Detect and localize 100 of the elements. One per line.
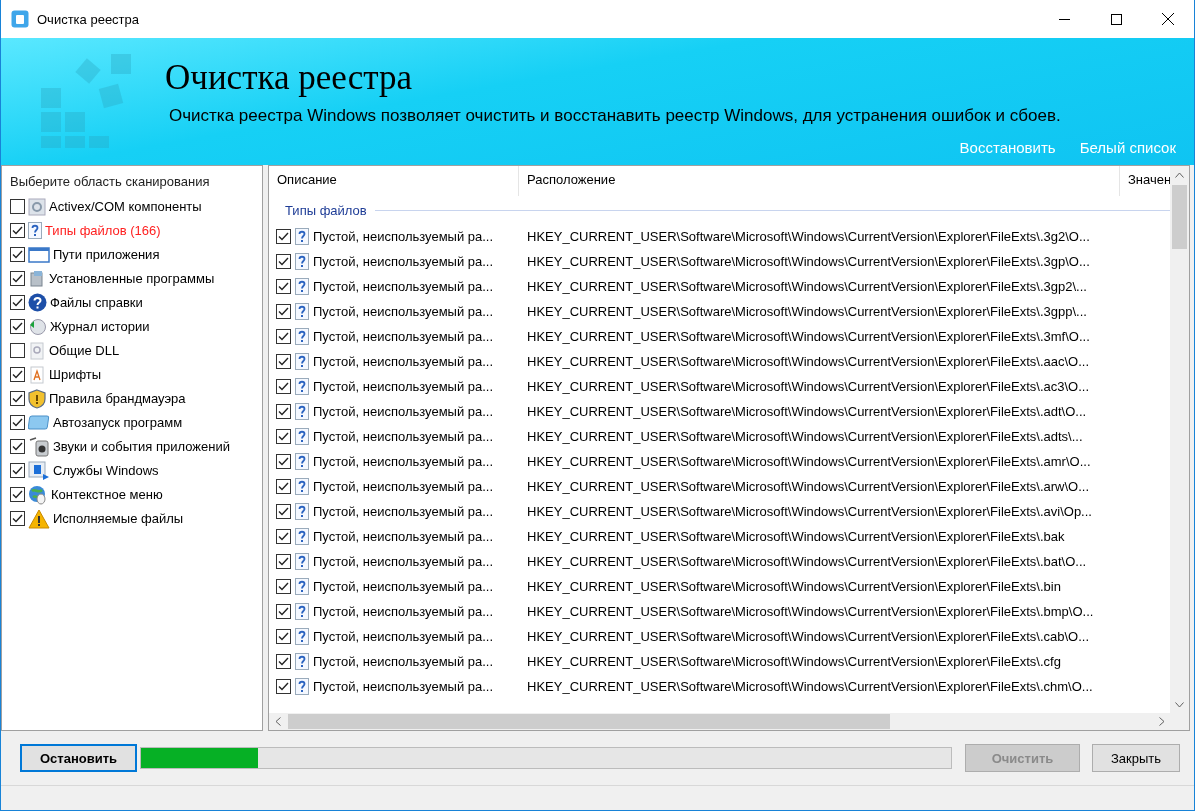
scan-area-label: Контекстное меню [51,487,163,502]
vertical-scrollbar[interactable] [1170,166,1189,713]
checkbox[interactable] [276,404,291,419]
scroll-left-icon[interactable] [274,717,281,726]
checkbox[interactable] [276,529,291,544]
checkbox[interactable] [10,367,25,382]
location-cell-text: HKEY_CURRENT_USER\Software\Microsoft\Windows\CurrentVersion\Explorer\FileExts\.3gpp\... [526,304,1088,319]
question-document-icon [295,503,309,520]
question-document-icon [295,228,309,245]
location-cell-text: HKEY_CURRENT_USER\Software\Microsoft\Windows\CurrentVersion\Explorer\FileExts\.3gp\O... [526,254,1091,269]
banner-title: Очистка реестра [165,58,413,98]
checkbox[interactable] [276,304,291,319]
window-icon [28,246,50,263]
question-document-icon [295,278,309,295]
question-document-icon [295,653,309,670]
checkbox[interactable] [10,487,25,502]
scan-area-label: Правила брандмауэра [49,391,186,406]
checkbox[interactable] [276,254,291,269]
location-cell-text: HKEY_CURRENT_USER\Software\Microsoft\Windows\CurrentVersion\Explorer\FileExts\.avi\Op... [526,504,1093,519]
location-cell-text: HKEY_CURRENT_USER\Software\Microsoft\Windows\CurrentVersion\Explorer\FileExts\.amr\O... [526,454,1092,469]
checkbox[interactable] [276,654,291,669]
close-dialog-button[interactable]: Закрыть [1092,744,1180,772]
scan-area-label: Activex/COM компоненты [49,199,202,214]
description-cell: Пустой, неиспользуемый ра... [313,304,494,319]
checkbox[interactable] [276,504,291,519]
location-cell-text: HKEY_CURRENT_USER\Software\Microsoft\Windows\CurrentVersion\Explorer\FileExts\.cfg [526,654,1062,669]
location-cell-text: HKEY_CURRENT_USER\Software\Microsoft\Windows\CurrentVersion\Explorer\FileExts\.bmp\O... [526,604,1095,619]
location-cell-text: HKEY_CURRENT_USER\Software\Microsoft\Windows\CurrentVersion\Explorer\FileExts\.bak [526,529,1066,544]
checkbox[interactable] [276,629,291,644]
checkbox[interactable] [276,329,291,344]
checkbox[interactable] [276,279,291,294]
checkbox[interactable] [276,579,291,594]
checkbox[interactable] [10,343,25,358]
scan-area-label: Типы файлов (166) [45,223,161,238]
checkbox[interactable] [276,454,291,469]
checkbox[interactable] [10,463,25,478]
scroll-down-icon[interactable] [1175,701,1184,708]
minimize-icon [1058,18,1070,20]
column-header[interactable]: Описание [269,166,519,196]
scan-area-label: Журнал истории [50,319,150,334]
program-box-icon [28,269,46,288]
font-file-icon [28,365,46,384]
question-document-icon [295,303,309,320]
checkbox[interactable] [276,679,291,694]
window-arrow-icon [28,460,50,481]
checkbox[interactable] [276,554,291,569]
scroll-up-icon[interactable] [1175,171,1184,178]
question-document-icon [295,553,309,570]
description-cell: Пустой, неиспользуемый ра... [313,504,494,519]
scroll-right-icon[interactable] [1158,717,1165,726]
scan-area-label: Общие DLL [49,343,120,358]
checkbox[interactable] [10,271,25,286]
location-cell-text: HKEY_CURRENT_USER\Software\Microsoft\Windows\CurrentVersion\Explorer\FileExts\.bin [526,579,1062,594]
scan-area-label: Службы Windows [53,463,159,478]
scroll-thumb[interactable] [288,714,890,729]
checkbox[interactable] [10,439,25,454]
description-cell: Пустой, неиспользуемый ра... [313,329,494,344]
horizontal-scrollbar[interactable] [269,713,1189,730]
checkbox[interactable] [10,511,25,526]
checkbox[interactable] [276,479,291,494]
window-title: Очистка реестра [37,11,140,27]
monitor-icon [28,414,50,431]
location-cell-text: HKEY_CURRENT_USER\Software\Microsoft\Windows\CurrentVersion\Explorer\FileExts\.adts\... [526,429,1084,444]
location-cell-text: HKEY_CURRENT_USER\Software\Microsoft\Windows\CurrentVersion\Explorer\FileExts\.3gp2\... [526,279,1088,294]
description-cell: Пустой, неиспользуемый ра... [313,629,494,644]
location-cell-text: HKEY_CURRENT_USER\Software\Microsoft\Windows\CurrentVersion\Explorer\FileExts\.chm\O... [526,679,1094,694]
description-cell: Пустой, неиспользуемый ра... [313,229,494,244]
question-document-icon [295,578,309,595]
question-document-icon [295,403,309,420]
scan-area-label: Автозапуск программ [53,415,183,430]
maximize-icon [1110,13,1122,25]
description-cell: Пустой, неиспользуемый ра... [313,354,494,369]
description-cell: Пустой, неиспользуемый ра... [313,579,494,594]
location-cell-text: HKEY_CURRENT_USER\Software\Microsoft\Windows\CurrentVersion\Explorer\FileExts\.adt\O... [526,404,1088,419]
location-cell-text: HKEY_CURRENT_USER\Software\Microsoft\Windows\CurrentVersion\Explorer\FileExts\.cab\O... [526,629,1091,644]
checkbox[interactable] [10,295,25,310]
checkbox[interactable] [10,223,25,238]
checkbox[interactable] [276,429,291,444]
description-cell: Пустой, неиспользуемый ра... [313,279,494,294]
checkbox[interactable] [10,319,25,334]
checkbox[interactable] [10,247,25,262]
checkbox[interactable] [276,354,291,369]
gear-icon [28,197,46,216]
checkbox[interactable] [276,379,291,394]
description-cell: Пустой, неиспользуемый ра... [313,554,494,569]
scan-area-label: Звуки и события приложений [53,439,230,454]
checkbox[interactable] [276,229,291,244]
speaker-icon [28,436,50,457]
scroll-thumb[interactable] [1172,185,1187,249]
checkbox[interactable] [10,199,25,214]
stop-button[interactable]: Остановить [20,744,137,772]
location-cell-text: HKEY_CURRENT_USER\Software\Microsoft\Windows\CurrentVersion\Explorer\FileExts\.ac3\O... [526,379,1091,394]
column-header[interactable]: Расположение [519,166,1120,196]
checkbox[interactable] [10,391,25,406]
question-document-icon [295,353,309,370]
checkbox[interactable] [276,604,291,619]
question-document-icon [295,378,309,395]
question-document-icon [295,678,309,695]
question-document-icon [295,428,309,445]
checkbox[interactable] [10,415,25,430]
